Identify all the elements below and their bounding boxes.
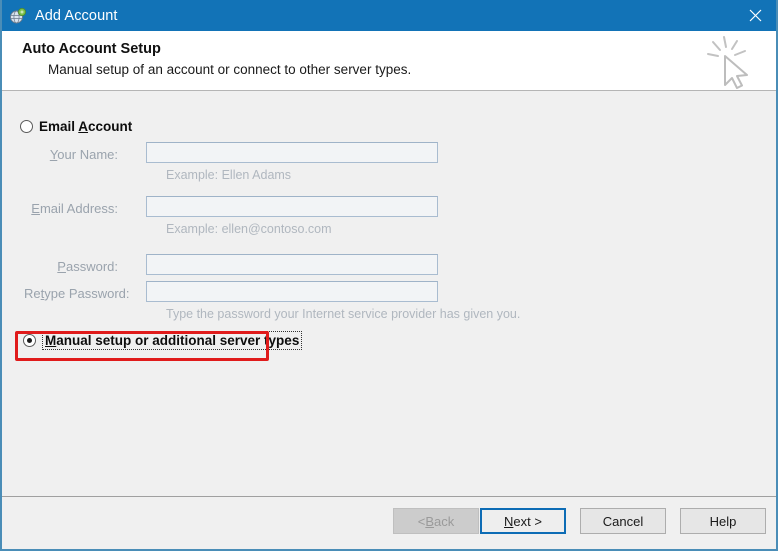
radio-manual-setup-label: Manual setup or additional server types bbox=[42, 331, 303, 350]
your-name-label: Your Name: bbox=[24, 147, 118, 162]
label-accel: A bbox=[78, 119, 89, 134]
your-name-hint: Example: Ellen Adams bbox=[166, 168, 292, 182]
label-accel: B bbox=[425, 513, 435, 529]
label-part-after: ccount bbox=[88, 119, 133, 134]
close-icon[interactable] bbox=[732, 0, 776, 31]
label-accel: N bbox=[504, 513, 514, 529]
dialog-header: Auto Account Setup Manual setup of an ac… bbox=[2, 31, 776, 91]
radio-manual-setup-indicator[interactable] bbox=[23, 334, 36, 347]
label-part-after: anual setup or additional server types bbox=[56, 333, 300, 348]
label-accel: M bbox=[45, 333, 57, 348]
back-button[interactable]: < Back bbox=[393, 508, 479, 534]
label-accel: E bbox=[31, 201, 40, 216]
dialog-body: Email Account Your Name: Example: Ellen … bbox=[2, 91, 776, 497]
add-account-globe-icon bbox=[9, 7, 27, 25]
add-account-dialog: Add Account Auto Account Setup Manual se… bbox=[0, 0, 778, 551]
title-bar: Add Account bbox=[2, 0, 776, 31]
email-address-label: Email Address: bbox=[24, 201, 118, 216]
radio-email-account-label: Email Account bbox=[39, 119, 132, 134]
mouse-cursor-click-icon bbox=[702, 33, 764, 89]
page-subtitle: Manual setup of an account or connect to… bbox=[48, 62, 412, 77]
email-address-hint: Example: ellen@contoso.com bbox=[166, 222, 332, 236]
label-part-before: Cancel bbox=[602, 513, 644, 529]
password-label: Password: bbox=[24, 259, 118, 274]
label-part-before: < bbox=[417, 513, 426, 529]
radio-manual-setup[interactable]: Manual setup or additional server types bbox=[23, 331, 303, 350]
label-part-after: ext > bbox=[513, 513, 542, 529]
label-part-after: our Name: bbox=[57, 147, 118, 162]
dialog-footer: < Back Next > Cancel Help bbox=[2, 496, 776, 549]
label-part-before: Email bbox=[39, 119, 79, 134]
retype-password-label: Retype Password: bbox=[24, 286, 130, 301]
cancel-button[interactable]: Cancel bbox=[580, 508, 666, 534]
window-title: Add Account bbox=[35, 7, 118, 24]
label-part-after: assword: bbox=[65, 259, 118, 274]
password-input[interactable] bbox=[146, 254, 438, 275]
retype-password-input[interactable] bbox=[146, 281, 438, 302]
next-button[interactable]: Next > bbox=[480, 508, 566, 534]
password-hint: Type the password your Internet service … bbox=[166, 307, 521, 321]
help-button[interactable]: Help bbox=[680, 508, 766, 534]
radio-email-account[interactable]: Email Account bbox=[20, 119, 132, 134]
label-part-after: mail Address: bbox=[39, 201, 118, 216]
radio-email-account-indicator[interactable] bbox=[20, 120, 33, 133]
label-part-after: ype Password: bbox=[44, 286, 130, 301]
label-accel: P bbox=[57, 259, 66, 274]
email-address-input[interactable] bbox=[146, 196, 438, 217]
label-part-before: Re bbox=[24, 286, 41, 301]
label-part-before: Help bbox=[709, 513, 737, 529]
page-title: Auto Account Setup bbox=[22, 41, 161, 57]
label-part-after: ack bbox=[434, 513, 455, 529]
your-name-input[interactable] bbox=[146, 142, 438, 163]
